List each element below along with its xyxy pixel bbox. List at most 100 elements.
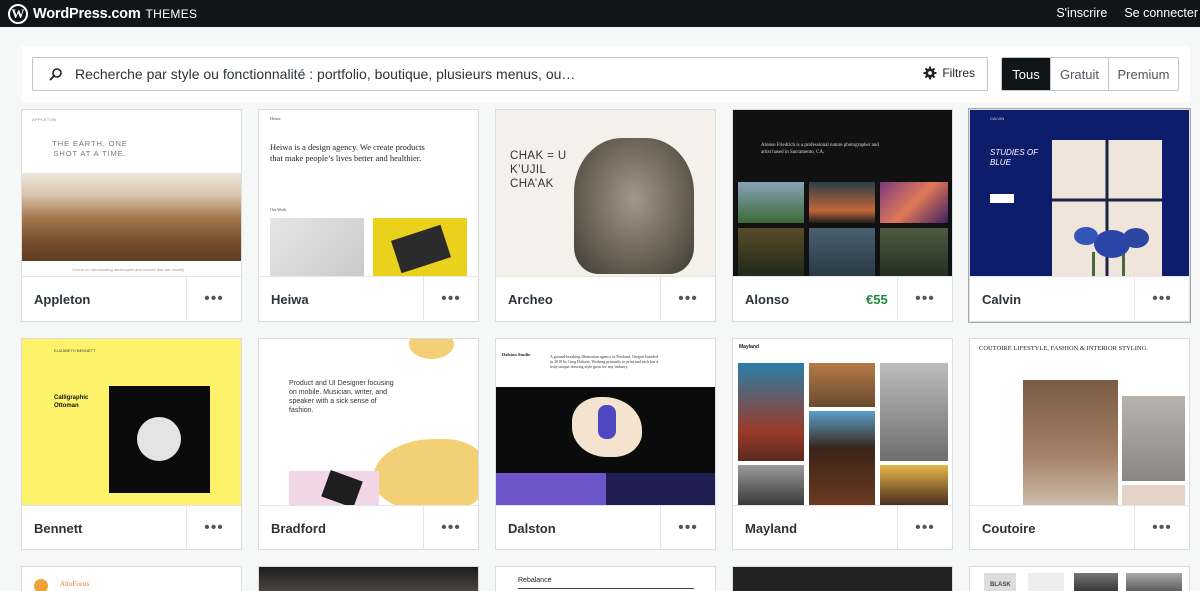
more-options-button[interactable]: ••• xyxy=(897,506,952,549)
theme-preview[interactable]: Heiwa Heiwa is a design agency. We creat… xyxy=(259,110,478,276)
tier-all[interactable]: Tous xyxy=(1002,58,1050,90)
theme-card-coutoire[interactable]: COUTOIRE LIFESTYLE, FASHION & INTERIOR S… xyxy=(969,338,1190,550)
theme-name[interactable]: Archeo xyxy=(508,292,553,307)
more-options-button[interactable]: ••• xyxy=(186,506,241,549)
theme-name[interactable]: Bennett xyxy=(34,521,82,536)
preview-logo: Mayland xyxy=(739,344,760,350)
theme-card-bennett[interactable]: ELIZABETH BENNETT Calligraphic Ottoman B… xyxy=(21,338,242,550)
login-link[interactable]: Se connecter xyxy=(1124,6,1198,20)
theme-preview[interactable]: CHAK = U K’UJIL CHA’AK xyxy=(496,110,715,276)
more-options-button[interactable]: ••• xyxy=(423,506,478,549)
search-input[interactable] xyxy=(75,58,915,90)
more-options-button[interactable]: ••• xyxy=(1134,506,1189,549)
theme-card-rebalance[interactable]: Rebalance xyxy=(495,566,716,591)
purple-panel xyxy=(496,473,606,505)
preview-background xyxy=(733,567,952,591)
theme-preview[interactable]: Mayland xyxy=(733,339,952,505)
preview-section: Our Work xyxy=(270,207,286,212)
section-label: THEMES xyxy=(145,6,198,21)
theme-name[interactable]: Bradford xyxy=(271,521,326,536)
theme-card-heiwa[interactable]: Heiwa Heiwa is a design agency. We creat… xyxy=(258,109,479,322)
preview-tile xyxy=(1028,573,1064,591)
gallery-photo xyxy=(809,182,875,223)
preview-headline: COUTOIRE LIFESTYLE, FASHION & INTERIOR S… xyxy=(979,345,1148,352)
theme-card-dalston[interactable]: Dalston Studio A ground-breaking Illustr… xyxy=(495,338,716,550)
theme-preview[interactable]: Dalston Studio A ground-breaking Illustr… xyxy=(496,339,715,505)
theme-name[interactable]: Mayland xyxy=(745,521,797,536)
theme-card-alonso[interactable]: Alonso Friedrich is a professional natur… xyxy=(732,109,953,322)
card-footer: Archeo ••• xyxy=(496,276,715,320)
navy-panel xyxy=(606,473,715,505)
theme-price: €55 xyxy=(866,292,888,307)
theme-card-appleton[interactable]: APPLETON THE EARTH, ONE SHOT AT A TIME. … xyxy=(21,109,242,322)
more-options-button[interactable]: ••• xyxy=(660,277,715,320)
preview-logo: Dalston Studio xyxy=(502,352,531,357)
theme-card-blask[interactable]: BLASK xyxy=(969,566,1190,591)
theme-preview[interactable]: COUTOIRE LIFESTYLE, FASHION & INTERIOR S… xyxy=(970,339,1189,505)
top-bar: W WordPress.com THEMES S'inscrire Se con… xyxy=(0,0,1200,27)
more-options-button[interactable]: ••• xyxy=(186,277,241,320)
theme-preview[interactable]: ELIZABETH BENNETT Calligraphic Ottoman xyxy=(22,339,241,505)
tier-premium[interactable]: Premium xyxy=(1108,58,1178,90)
filters-label: Filtres xyxy=(942,66,975,80)
brand[interactable]: W WordPress.com THEMES xyxy=(8,3,197,24)
preview-logo: BLASK xyxy=(990,582,1011,588)
theme-card-partial[interactable] xyxy=(258,566,479,591)
card-footer: Alonso €55 ••• xyxy=(733,276,952,320)
work-image xyxy=(270,218,364,276)
window-photo xyxy=(1052,140,1162,276)
preview-headline: CHAK = U K’UJIL CHA’AK xyxy=(510,150,567,190)
theme-name[interactable]: Dalston xyxy=(508,521,556,536)
preview-headline: Calligraphic Ottoman xyxy=(54,395,89,409)
theme-name[interactable]: Coutoire xyxy=(982,521,1035,536)
theme-name[interactable]: Heiwa xyxy=(271,292,309,307)
theme-name[interactable]: Calvin xyxy=(982,292,1021,307)
blue-flowers-icon xyxy=(1052,140,1162,276)
more-options-button[interactable]: ••• xyxy=(423,277,478,320)
theme-preview[interactable]: APPLETON THE EARTH, ONE SHOT AT A TIME. … xyxy=(22,110,241,276)
theme-name[interactable]: Appleton xyxy=(34,292,90,307)
portrait-photo xyxy=(809,411,875,505)
gallery-photo xyxy=(738,182,804,223)
portrait-photo xyxy=(880,465,948,505)
theme-card-altofocus[interactable]: AltoFocus xyxy=(21,566,242,591)
fashion-photo xyxy=(1023,380,1118,505)
more-options-button[interactable]: ••• xyxy=(1134,277,1189,320)
search-icon[interactable] xyxy=(49,67,63,81)
filters-button[interactable]: Filtres xyxy=(923,66,975,80)
theme-card-bradford[interactable]: Product and UI Designer focusing on mobi… xyxy=(258,338,479,550)
card-footer: Dalston ••• xyxy=(496,505,715,549)
theme-name[interactable]: Alonso xyxy=(745,292,789,307)
card-footer: Bradford ••• xyxy=(259,505,478,549)
portrait-photo xyxy=(738,363,804,461)
gallery-photo xyxy=(809,228,875,276)
theme-card-partial[interactable] xyxy=(732,566,953,591)
more-options-button[interactable]: ••• xyxy=(897,277,952,320)
tier-free[interactable]: Gratuit xyxy=(1050,58,1108,90)
card-footer: Heiwa ••• xyxy=(259,276,478,320)
preview-tile xyxy=(1126,573,1182,591)
theme-preview[interactable]: Product and UI Designer focusing on mobi… xyxy=(259,339,478,505)
divider xyxy=(518,588,694,589)
more-options-button[interactable]: ••• xyxy=(660,506,715,549)
theme-preview[interactable]: CALVIN STUDIES OF BLUE xyxy=(970,110,1189,276)
theme-card-calvin[interactable]: CALVIN STUDIES OF BLUE Calvin ••• xyxy=(969,109,1190,322)
theme-card-archeo[interactable]: CHAK = U K’UJIL CHA’AK Archeo ••• xyxy=(495,109,716,322)
signup-link[interactable]: S'inscrire xyxy=(1056,6,1107,20)
gallery-photo xyxy=(880,228,948,276)
preview-intro: A ground-breaking Illustration agency in… xyxy=(550,354,659,370)
work-image xyxy=(373,218,467,276)
theme-preview[interactable]: Alonso Friedrich is a professional natur… xyxy=(733,110,952,276)
preview-background xyxy=(259,567,478,591)
preview-intro: Alonso Friedrich is a professional natur… xyxy=(761,143,879,155)
gear-icon xyxy=(923,66,937,80)
preview-headline: Product and UI Designer focusing on mobi… xyxy=(289,380,394,415)
statue-photo xyxy=(574,138,694,274)
search-box[interactable]: Filtres xyxy=(32,57,988,91)
preview-logo: Rebalance xyxy=(518,577,552,584)
theme-card-mayland[interactable]: Mayland Mayland ••• xyxy=(732,338,953,550)
portrait-photo xyxy=(809,363,875,407)
preview-headline: STUDIES OF BLUE xyxy=(990,148,1038,167)
preview-header: CALVIN xyxy=(990,116,1005,121)
gallery-photo xyxy=(738,228,804,276)
